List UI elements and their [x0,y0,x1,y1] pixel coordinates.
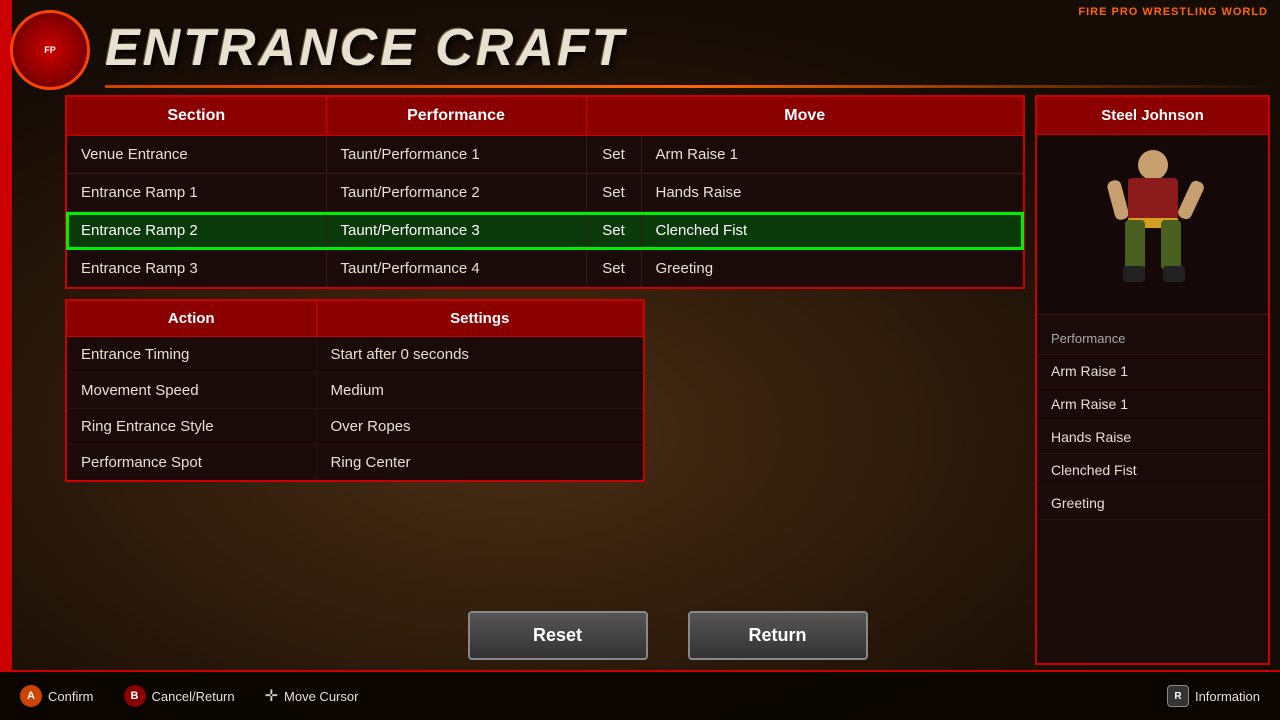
return-button[interactable]: Return [688,611,868,660]
main-table: Section Performance Move Venue Entrance … [65,95,1025,289]
action-cell: Movement Speed [66,373,316,409]
col-section: Section [66,96,326,136]
settings-row[interactable]: Movement Speed Medium [66,373,644,409]
logo-text: FP [44,45,56,56]
section-cell: Entrance Ramp 2 [66,212,326,250]
char-leg-right [1161,220,1181,270]
action-cell: Entrance Timing [66,337,316,373]
main-table-header: Section Performance Move [66,96,1024,136]
info-control: R Information [1167,685,1260,707]
performance-cell: Taunt/Performance 3 [326,212,586,250]
character-name: Steel Johnson [1037,97,1268,135]
col-settings: Settings [316,300,644,337]
bottom-bar: A Confirm B Cancel/Return ✛ Move Cursor … [0,670,1280,720]
set-cell: Set [586,212,641,250]
table-row[interactable]: Entrance Ramp 1 Taunt/Performance 2 Set … [66,174,1024,212]
settings-table: Action Settings Entrance Timing Start af… [65,299,645,482]
buttons-row: Reset Return [65,611,1270,660]
right-panel: Steel Johnson Performance Arm Raise 1 Ar… [1035,95,1270,665]
r-button: R [1167,685,1189,707]
section-cell: Entrance Ramp 1 [66,174,326,212]
char-boot-right [1163,266,1185,282]
list-item: Arm Raise 1 [1037,388,1268,421]
title-underline [105,85,1280,88]
cancel-control: B Cancel/Return [124,685,235,707]
setting-cell: Ring Center [316,445,644,482]
logo-container: FP [10,10,90,90]
cursor-label: Move Cursor [284,689,358,704]
left-panel: Section Performance Move Venue Entrance … [65,95,1025,665]
list-item: Greeting [1037,487,1268,520]
screen-title: ENTRANCE CRAFT [105,18,627,78]
settings-row[interactable]: Ring Entrance Style Over Ropes [66,409,644,445]
char-body [1128,178,1178,223]
char-head [1138,150,1168,180]
character-display [1037,135,1268,315]
char-arm-right [1176,178,1206,220]
action-cell: Ring Entrance Style [66,409,316,445]
move-cell: Hands Raise [641,174,1024,212]
info-label: Information [1195,689,1260,704]
move-cell: Greeting [641,250,1024,289]
table-row[interactable]: Venue Entrance Taunt/Performance 1 Set A… [66,136,1024,174]
a-button: A [20,685,42,707]
move-cell: Clenched Fist [641,212,1024,250]
performance-cell: Taunt/Performance 4 [326,250,586,289]
section-cell: Venue Entrance [66,136,326,174]
section-cell: Entrance Ramp 3 [66,250,326,289]
set-cell: Set [586,250,641,289]
setting-cell: Over Ropes [316,409,644,445]
setting-cell: Start after 0 seconds [316,337,644,373]
settings-row[interactable]: Entrance Timing Start after 0 seconds [66,337,644,373]
list-item: Clenched Fist [1037,454,1268,487]
list-item: Hands Raise [1037,421,1268,454]
b-button: B [124,685,146,707]
settings-table-header: Action Settings [66,300,644,337]
settings-row[interactable]: Performance Spot Ring Center [66,445,644,482]
action-cell: Performance Spot [66,445,316,482]
list-item: Arm Raise 1 [1037,355,1268,388]
main-content: Section Performance Move Venue Entrance … [65,95,1270,665]
performance-cell: Taunt/Performance 2 [326,174,586,212]
move-cell: Arm Raise 1 [641,136,1024,174]
setting-cell: Medium [316,373,644,409]
table-row[interactable]: Entrance Ramp 3 Taunt/Performance 4 Set … [66,250,1024,289]
logo: FP [10,10,90,90]
performance-cell: Taunt/Performance 1 [326,136,586,174]
table-row-selected[interactable]: Entrance Ramp 2 Taunt/Performance 3 Set … [66,212,1024,250]
char-arm-left [1106,178,1130,220]
col-move: Move [586,96,1024,136]
set-cell: Set [586,174,641,212]
confirm-control: A Confirm [20,685,94,707]
left-accent-bar [0,0,12,670]
character-sprite [1103,150,1203,300]
char-leg-left [1125,220,1145,270]
performance-list-header: Performance [1037,323,1268,355]
col-performance: Performance [326,96,586,136]
cursor-control: ✛ Move Cursor [265,686,359,706]
game-title: FIRE PRO WRESTLING WORLD [1078,6,1268,18]
char-boot-left [1123,266,1145,282]
col-action: Action [66,300,316,337]
confirm-label: Confirm [48,689,94,704]
cancel-label: Cancel/Return [152,689,235,704]
set-cell: Set [586,136,641,174]
reset-button[interactable]: Reset [468,611,648,660]
dpad-icon: ✛ [265,686,278,706]
